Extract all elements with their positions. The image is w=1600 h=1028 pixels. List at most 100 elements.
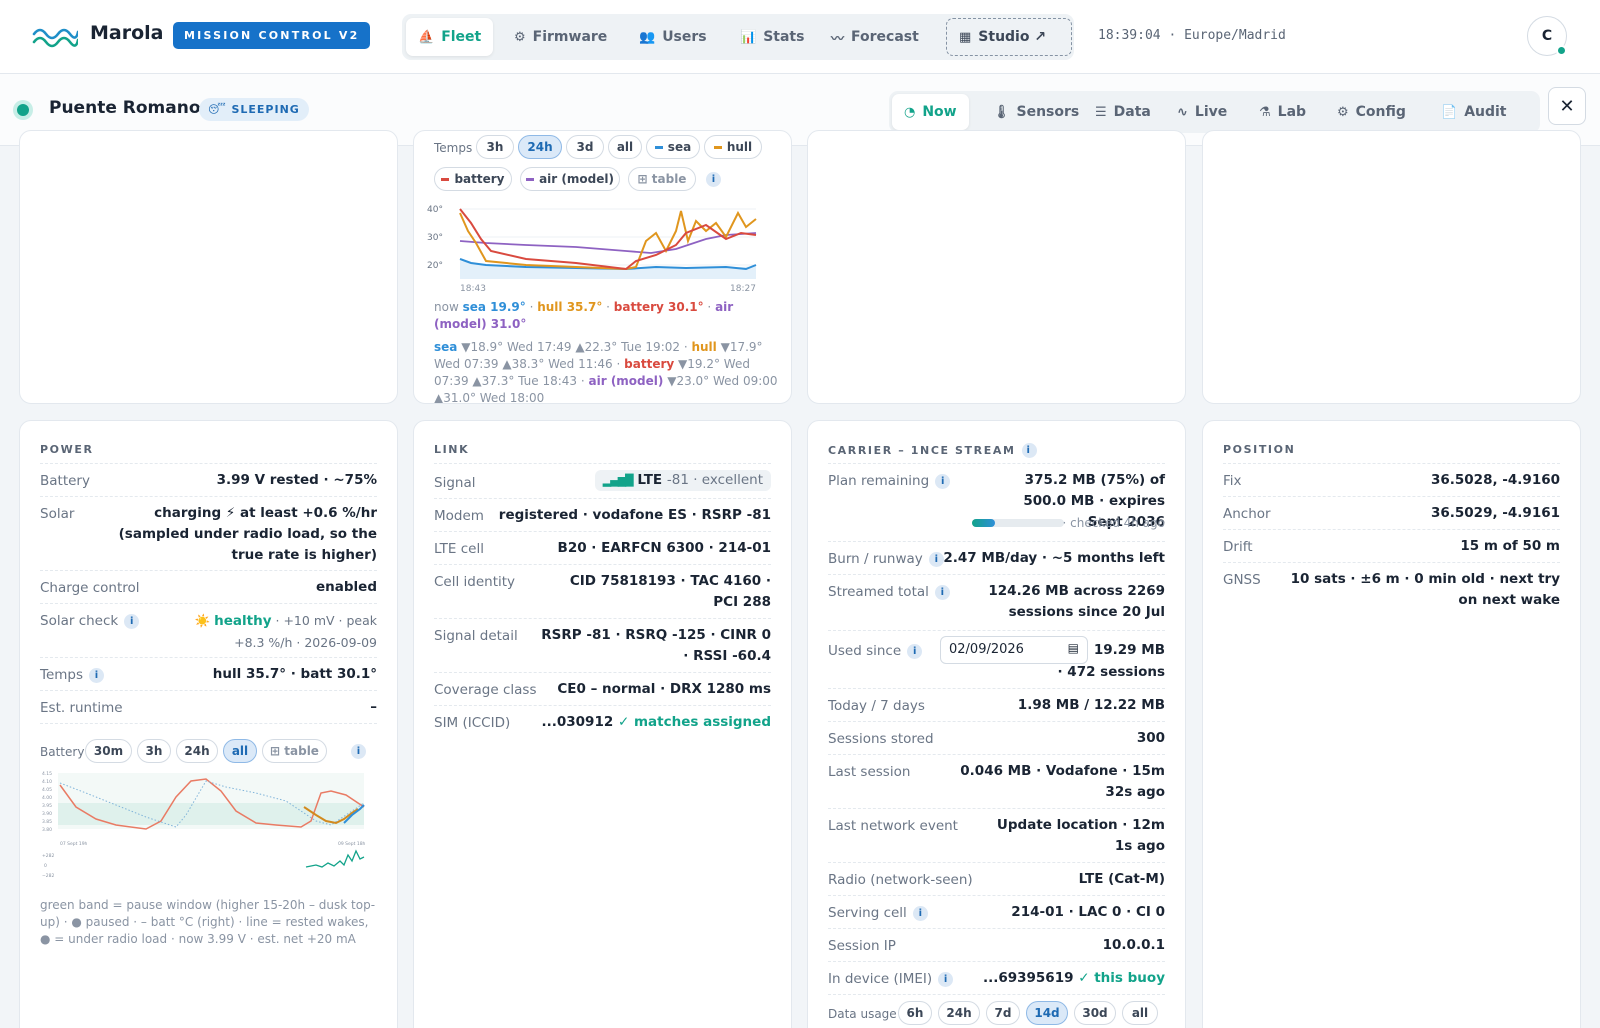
usage-range-6h[interactable]: 6h <box>898 1001 932 1025</box>
legend-sea[interactable]: sea <box>646 135 700 159</box>
tab-lab[interactable]: ⚗ Lab <box>1247 94 1318 130</box>
nav-users[interactable]: 👥 Users <box>627 18 719 56</box>
imei-info-icon[interactable]: i <box>938 972 954 987</box>
temps-info-icon[interactable]: i <box>706 172 721 187</box>
battery-xtick: 07 Sept 19h <box>60 841 88 847</box>
streamed-info-icon[interactable]: i <box>934 585 950 600</box>
brand-name[interactable]: Marola <box>90 22 164 44</box>
series-hull <box>459 210 757 271</box>
close-button[interactable]: ✕ <box>1548 87 1586 125</box>
carrier-row-stored: Sessions stored 300 <box>828 721 1165 754</box>
signal-quality: -81 · excellent <box>666 472 763 488</box>
now-sea: sea 19.9° <box>462 300 526 314</box>
carrier-row-serving: Serving cell i 214-01 · LAC 0 · CI 0 <box>828 895 1165 928</box>
temps-range-all[interactable]: all <box>608 135 642 159</box>
battery-range-all[interactable]: all <box>223 739 257 763</box>
nav-stats-label: Stats <box>763 29 805 45</box>
list-icon: ☰ <box>1095 104 1107 120</box>
lte-cell-label: LTE cell <box>434 541 484 557</box>
battery-range-3h[interactable]: 3h <box>137 739 171 763</box>
nav-fleet[interactable]: ⛵ Fleet <box>406 18 494 56</box>
carrier-row-plan: Plan remaining i 375.2 MB (75%) of 500.0 … <box>828 463 1165 541</box>
ip-value: 10.0.0.1 <box>1102 937 1165 953</box>
signal-detail-value: RSRP -81 · RSRQ -125 · CINR 0 · RSSI -60… <box>541 627 771 664</box>
temps-label: Temps <box>434 141 473 155</box>
tab-audit[interactable]: 📄 Audit <box>1429 94 1519 130</box>
calendar-icon[interactable]: ▤ <box>1068 641 1079 655</box>
sliders-icon: ⚙ <box>1337 104 1349 120</box>
battery-ytick: 4.15 <box>42 771 52 777</box>
solar-value: charging ⚡ at least +0.6 %/hr (sampled u… <box>117 503 377 566</box>
tab-now-label: Now <box>922 104 957 120</box>
burn-info-icon[interactable]: i <box>928 552 944 567</box>
serving-value: 214-01 · LAC 0 · CI 0 <box>1011 904 1165 920</box>
plan-info-icon[interactable]: i <box>935 474 951 489</box>
battery-xtick: 09 Sept 18h <box>338 841 366 847</box>
sim-value: ...030912 <box>541 714 614 730</box>
legend-battery[interactable]: battery <box>434 167 512 191</box>
document-icon: 📄 <box>1441 104 1458 120</box>
tab-config[interactable]: ⚙ Config <box>1325 94 1418 130</box>
link-title: LINK <box>434 443 470 456</box>
usage-range-all[interactable]: all <box>1122 1001 1158 1025</box>
now-battery: battery 30.1° <box>613 300 704 314</box>
usage-range-24h[interactable]: 24h <box>938 1001 980 1025</box>
power-title: POWER <box>40 443 94 456</box>
ma-tick: +282 <box>42 853 54 859</box>
battery-table-toggle[interactable]: ⊞ table <box>262 739 327 763</box>
plan-checked: · checked 4h ago <box>1062 516 1165 530</box>
power-temps-label: Temps <box>40 667 84 683</box>
card-top-3 <box>807 130 1186 404</box>
temps-range-3h[interactable]: 3h <box>476 135 514 159</box>
serving-info-icon[interactable]: i <box>912 906 928 921</box>
solar-check-info-icon[interactable]: i <box>124 614 140 629</box>
nav-firmware[interactable]: ⚙ Firmware <box>502 18 619 56</box>
battery-info-icon[interactable]: i <box>351 744 366 759</box>
link-row-cell: LTE cell B20 · EARFCN 6300 · 214-01 <box>434 531 771 564</box>
tab-audit-label: Audit <box>1464 104 1507 120</box>
cell-identity-value: CID 75818193 · TAC 4160 · PCI 288 <box>569 573 771 610</box>
nav-forecast[interactable]: 〰 Forecast <box>819 18 931 56</box>
nav-studio[interactable]: ▦ Studio ↗ <box>946 18 1072 56</box>
used-since-date-input[interactable]: 02/09/2026 ▤ <box>940 636 1088 664</box>
battery-ytick: 3.90 <box>42 811 52 817</box>
legend-hull[interactable]: hull <box>704 135 762 159</box>
tab-data[interactable]: ☰ Data <box>1083 94 1163 130</box>
nav-forecast-label: Forecast <box>851 29 919 45</box>
power-temps-info-icon[interactable]: i <box>89 668 105 683</box>
temps-table-toggle[interactable]: ⊞ table <box>628 167 696 191</box>
radio-label: Radio (network-seen) <box>828 872 973 888</box>
runtime-value: – <box>370 699 377 715</box>
used-info-icon[interactable]: i <box>907 644 923 659</box>
tab-sensors[interactable]: 🌡 Sensors <box>981 94 1091 130</box>
site-tabs: ◔ Now 🌡 Sensors ☰ Data ∿ Live ⚗ Lab ⚙ Config 📄… <box>889 91 1540 133</box>
legend-air[interactable]: air (model) <box>520 167 620 191</box>
carrier-info-icon[interactable]: i <box>1021 443 1037 458</box>
battery-range-24h[interactable]: 24h <box>176 739 218 763</box>
tab-live[interactable]: ∿ Live <box>1165 94 1239 130</box>
power-temps-value: hull 35.7° · batt 30.1° <box>212 666 377 682</box>
battery-ytick: 3.85 <box>42 819 52 825</box>
tab-now[interactable]: ◔ Now <box>892 94 969 130</box>
lte-cell-value: B20 · EARFCN 6300 · 214-01 <box>557 540 771 556</box>
used-since-label: Used since <box>828 643 902 659</box>
usage-range-30d[interactable]: 30d <box>1074 1001 1116 1025</box>
temps-range-24h[interactable]: 24h <box>518 135 562 159</box>
temps-range-3d[interactable]: 3d <box>566 135 604 159</box>
battery-range-30m[interactable]: 30m <box>85 739 132 763</box>
carrier-row-today: Today / 7 days 1.98 MB / 12.22 MB <box>828 688 1165 721</box>
usage-range-14d[interactable]: 14d <box>1026 1001 1068 1025</box>
nav-stats[interactable]: 📊 Stats <box>728 18 816 56</box>
power-row-solar: Solar charging ⚡ at least +0.6 %/hr (sam… <box>40 496 377 570</box>
nav-fleet-label: Fleet <box>441 29 482 45</box>
temps-now-prefix: now <box>434 300 459 314</box>
used-since-sessions: · 472 sessions <box>1057 664 1165 680</box>
grid-icon: ▦ <box>959 29 972 45</box>
coverage-label: Coverage class <box>434 682 537 698</box>
carrier-card: CARRIER – 1NCE STREAM i Plan remaining i 3… <box>807 420 1186 1028</box>
fleet-icon: ⛵ <box>418 29 435 45</box>
stored-value: 300 <box>1136 730 1165 746</box>
usage-range-7d[interactable]: 7d <box>986 1001 1020 1025</box>
power-row-runtime: Est. runtime – <box>40 690 377 723</box>
carrier-title: CARRIER – 1NCE STREAM <box>828 444 1016 457</box>
